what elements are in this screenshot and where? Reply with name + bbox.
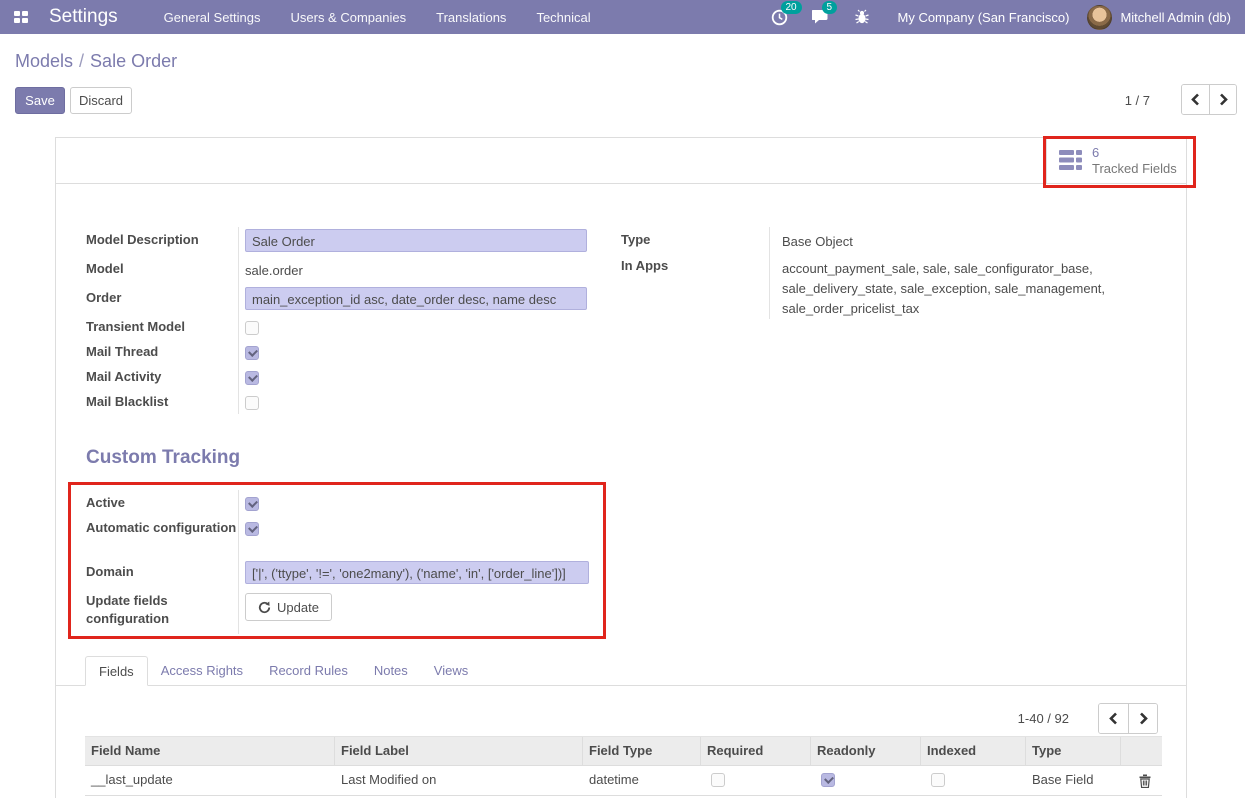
activity-badge: 20 xyxy=(781,1,802,14)
user-avatar[interactable] xyxy=(1087,5,1112,30)
debug-bug-icon[interactable] xyxy=(854,9,870,25)
tab-record-rules[interactable]: Record Rules xyxy=(256,656,361,686)
order-label: Order xyxy=(86,285,238,314)
mail-thread-label: Mail Thread xyxy=(86,339,238,364)
domain-label: Domain xyxy=(86,559,238,588)
pager-previous-button[interactable] xyxy=(1182,85,1209,114)
messages-icon[interactable]: 5 xyxy=(812,9,830,25)
tracked-fields-count: 6 xyxy=(1092,145,1177,161)
activity-clock-icon[interactable]: 20 xyxy=(771,9,788,26)
cell-field-type: datetime xyxy=(583,766,701,795)
in-apps-label: In Apps xyxy=(621,253,769,319)
form-statusbar: 6 Tracked Fields xyxy=(56,138,1186,184)
cell-readonly-checkbox[interactable] xyxy=(821,773,835,787)
active-checkbox[interactable] xyxy=(245,497,259,511)
tab-views[interactable]: Views xyxy=(421,656,481,686)
mail-blacklist-label: Mail Blacklist xyxy=(86,389,238,414)
apps-menu-icon[interactable] xyxy=(14,11,29,24)
trash-icon xyxy=(1139,774,1151,788)
column-indexed[interactable]: Indexed xyxy=(921,737,1026,765)
model-description-input[interactable]: Sale Order xyxy=(245,229,587,252)
pager-next-button[interactable] xyxy=(1209,85,1236,114)
mail-activity-label: Mail Activity xyxy=(86,364,238,389)
active-label: Active xyxy=(86,490,238,515)
fields-pager-next-button[interactable] xyxy=(1128,704,1157,733)
column-type[interactable]: Type xyxy=(1026,737,1121,765)
tab-fields[interactable]: Fields xyxy=(85,656,148,686)
fields-list-pager xyxy=(1098,703,1158,734)
user-menu[interactable]: Mitchell Admin (db) xyxy=(1120,10,1231,25)
mail-thread-checkbox[interactable] xyxy=(245,346,259,360)
top-menus: General Settings Users & Companies Trans… xyxy=(164,10,591,25)
refresh-icon xyxy=(258,601,271,614)
automatic-configuration-label: Automatic configuration xyxy=(86,515,238,559)
delete-row-button[interactable] xyxy=(1121,766,1162,795)
update-button[interactable]: Update xyxy=(245,593,332,621)
domain-input[interactable]: ['|', ('ttype', '!=', 'one2many'), ('nam… xyxy=(245,561,589,584)
company-switcher[interactable]: My Company (San Francisco) xyxy=(898,10,1070,25)
cell-indexed-checkbox[interactable] xyxy=(931,773,945,787)
fields-table: Field Name Field Label Field Type Requir… xyxy=(85,736,1162,796)
save-button[interactable]: Save xyxy=(15,87,65,114)
discard-button[interactable]: Discard xyxy=(70,87,132,114)
column-readonly[interactable]: Readonly xyxy=(811,737,921,765)
column-field-type[interactable]: Field Type xyxy=(583,737,701,765)
breadcrumb-current: Sale Order xyxy=(90,51,177,71)
systray: 20 5 My Company (San Francisco) Mitchell… xyxy=(771,5,1245,30)
custom-tracking-title: Custom Tracking xyxy=(86,447,240,469)
record-pager-text: 1 / 7 xyxy=(1125,93,1150,108)
mail-blacklist-checkbox[interactable] xyxy=(245,396,259,410)
form-sheet: 6 Tracked Fields Model Description Sale … xyxy=(55,137,1187,798)
column-actions xyxy=(1121,737,1162,765)
column-field-name[interactable]: Field Name xyxy=(85,737,335,765)
tasks-icon xyxy=(1059,150,1083,171)
top-navbar: Settings General Settings Users & Compan… xyxy=(0,0,1245,34)
tab-access-rights[interactable]: Access Rights xyxy=(148,656,256,686)
odoo-settings-model-form: Settings General Settings Users & Compan… xyxy=(0,0,1245,798)
cell-field-label: Last Modified on xyxy=(335,766,583,795)
messages-badge: 5 xyxy=(822,1,838,14)
fields-table-header: Field Name Field Label Field Type Requir… xyxy=(85,736,1162,766)
cell-required-checkbox[interactable] xyxy=(711,773,725,787)
model-description-label: Model Description xyxy=(86,227,238,256)
fields-pager-previous-button[interactable] xyxy=(1099,704,1128,733)
type-value: Base Object xyxy=(782,229,1178,251)
cell-field-name: __last_update xyxy=(85,766,335,795)
column-required[interactable]: Required xyxy=(701,737,811,765)
menu-translations[interactable]: Translations xyxy=(436,10,506,25)
form-right-group: Type Base Object In Apps account_payment… xyxy=(621,227,1178,319)
breadcrumb: Models / Sale Order xyxy=(15,51,177,72)
tab-notes[interactable]: Notes xyxy=(361,656,421,686)
breadcrumb-separator: / xyxy=(79,51,84,71)
menu-general-settings[interactable]: General Settings xyxy=(164,10,261,25)
transient-model-checkbox[interactable] xyxy=(245,321,259,335)
record-pager xyxy=(1181,84,1237,115)
model-value: sale.order xyxy=(245,258,588,280)
notebook-tabs: Fields Access Rights Record Rules Notes … xyxy=(56,656,1186,686)
menu-users-companies[interactable]: Users & Companies xyxy=(291,10,407,25)
custom-tracking-group: Active Automatic configuration Domain ['… xyxy=(86,490,591,634)
transient-model-label: Transient Model xyxy=(86,314,238,339)
model-label: Model xyxy=(86,256,238,285)
cell-type: Base Field xyxy=(1026,766,1121,795)
fields-list-pager-text: 1-40 / 92 xyxy=(1018,711,1069,726)
breadcrumb-models[interactable]: Models xyxy=(15,51,73,71)
form-left-group: Model Description Sale Order Model sale.… xyxy=(86,227,588,414)
tracked-fields-stat-button[interactable]: 6 Tracked Fields xyxy=(1046,138,1186,183)
column-field-label[interactable]: Field Label xyxy=(335,737,583,765)
menu-technical[interactable]: Technical xyxy=(536,10,590,25)
in-apps-value: account_payment_sale, sale, sale_configu… xyxy=(782,255,1178,319)
table-row[interactable]: __last_update Last Modified on datetime … xyxy=(85,766,1162,796)
app-name[interactable]: Settings xyxy=(49,6,118,28)
tracked-fields-label: Tracked Fields xyxy=(1092,161,1177,177)
order-input[interactable]: main_exception_id asc, date_order desc, … xyxy=(245,287,587,310)
mail-activity-checkbox[interactable] xyxy=(245,371,259,385)
automatic-configuration-checkbox[interactable] xyxy=(245,522,259,536)
update-fields-configuration-label: Update fields configuration xyxy=(86,588,238,634)
type-label: Type xyxy=(621,227,769,253)
